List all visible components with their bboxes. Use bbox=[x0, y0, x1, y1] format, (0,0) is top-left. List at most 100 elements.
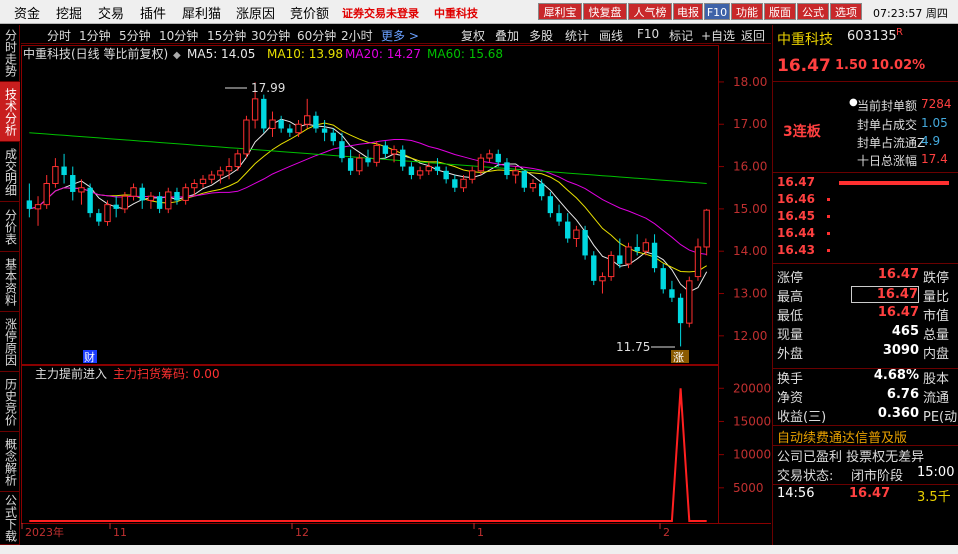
menu-plugin[interactable]: 插件 bbox=[140, 3, 166, 22]
stock-tag: R bbox=[896, 27, 903, 38]
candle-body bbox=[87, 187, 93, 214]
indicator-chart-frame bbox=[21, 365, 719, 524]
candle-body bbox=[199, 178, 207, 184]
candle-body bbox=[434, 166, 441, 171]
kuaifupan-button[interactable]: 快复盘 bbox=[583, 3, 627, 20]
tool-huaxian[interactable]: 画线 bbox=[599, 27, 623, 44]
menu-zhangyuanyin[interactable]: 涨原因 bbox=[236, 3, 275, 22]
tool-diejia[interactable]: 叠加 bbox=[495, 27, 519, 44]
menu-trade[interactable]: 交易 bbox=[98, 3, 124, 22]
period-2hour[interactable]: 2小时 bbox=[341, 27, 373, 44]
tab-technical-analysis[interactable]: 技术分析 bbox=[0, 82, 20, 142]
stats-key: 外盘 bbox=[777, 347, 804, 362]
tool-add-watchlist[interactable]: +自选 bbox=[701, 27, 735, 44]
candle-body bbox=[477, 157, 485, 172]
y-tick-label: 13.00 bbox=[733, 287, 767, 301]
stats-key2: 跌停 bbox=[923, 271, 950, 286]
ma5-label: MA5: 14.05 bbox=[187, 47, 255, 61]
ma60-label: MA60: 15.68 bbox=[427, 47, 503, 61]
stats2-value: 4.68% bbox=[873, 368, 919, 383]
tab-concept-analysis[interactable]: 概念解析 bbox=[0, 432, 20, 492]
limitup-event-label[interactable]: 涨 bbox=[673, 351, 684, 364]
xilibao-button[interactable]: 犀利宝 bbox=[538, 3, 582, 20]
stats-key2: 量比 bbox=[923, 290, 950, 305]
menu-funds[interactable]: 资金 bbox=[14, 3, 40, 22]
period-1min[interactable]: 1分钟 bbox=[79, 27, 111, 44]
candle-body bbox=[278, 120, 284, 129]
finance-event-label[interactable]: 财 bbox=[84, 350, 95, 364]
chart-title-dropdown-icon[interactable]: ◆ bbox=[173, 50, 181, 61]
y-tick-label: 16.00 bbox=[733, 160, 767, 174]
period-more[interactable]: 更多 > bbox=[381, 27, 419, 44]
stats-key2: 市值 bbox=[923, 309, 950, 324]
period-15min[interactable]: 15分钟 bbox=[207, 27, 246, 44]
tab-history-auction[interactable]: 历史竞价 bbox=[0, 372, 20, 432]
tool-biaoji[interactable]: 标记 bbox=[669, 27, 693, 44]
period-30min[interactable]: 30分钟 bbox=[251, 27, 290, 44]
candle-body bbox=[243, 119, 250, 155]
current-price: 16.47 bbox=[777, 56, 831, 76]
stats-row: 最高 16.47 量比 bbox=[773, 286, 958, 305]
dianbao-button[interactable]: 电报 bbox=[673, 3, 703, 20]
formula-button[interactable]: 公式 bbox=[797, 3, 829, 20]
stock-name: 中重科技 bbox=[777, 32, 833, 48]
tool-fuquan[interactable]: 复权 bbox=[461, 27, 485, 44]
low-price-label: 11.75 bbox=[616, 340, 650, 354]
stats-row: 现量 465 总量 bbox=[773, 324, 958, 343]
period-10min[interactable]: 10分钟 bbox=[159, 27, 198, 44]
stats2-row: 换手 4.68% 股本 bbox=[773, 368, 958, 387]
stats-row: 涨停 16.47 跌停 bbox=[773, 267, 958, 286]
bid-dot-1 bbox=[827, 198, 830, 201]
candle-body bbox=[556, 213, 562, 222]
x-tick-label: 11 bbox=[113, 526, 127, 539]
tab-limitup-reason[interactable]: 涨停原因 bbox=[0, 312, 20, 372]
bid-dot-4 bbox=[827, 249, 830, 252]
layout-button[interactable]: 版面 bbox=[764, 3, 796, 20]
candle-body bbox=[287, 128, 293, 133]
kline-chart[interactable]: 中重科技(日线 等比前复权) ◆ MA5: 14.05 MA10: 13.98 … bbox=[21, 45, 771, 545]
chart-area[interactable]: 中重科技(日线 等比前复权) ◆ MA5: 14.05 MA10: 13.98 … bbox=[21, 45, 771, 545]
menu-jingjiae[interactable]: 竞价额 bbox=[290, 3, 329, 22]
indicator-y-axis: 5000 10000 15000 20000 bbox=[718, 381, 771, 495]
ad-line[interactable]: 自动续费通达信普及版 bbox=[777, 427, 907, 446]
candle-body bbox=[208, 174, 215, 180]
tab-trade-detail[interactable]: 成交明细 bbox=[0, 142, 20, 202]
menu-xilimao[interactable]: 犀利猫 bbox=[182, 3, 221, 22]
menu-dig[interactable]: 挖掘 bbox=[56, 3, 82, 22]
options-button[interactable]: 选项 bbox=[830, 3, 862, 20]
function-button[interactable]: 功能 bbox=[731, 3, 763, 20]
candle-body bbox=[642, 242, 650, 252]
candle-body bbox=[156, 196, 163, 209]
seal-value-3: 17.4 bbox=[921, 152, 948, 166]
high-price-label: 17.99 bbox=[251, 81, 285, 95]
tool-f10[interactable]: F10 bbox=[637, 27, 659, 41]
trade-login-notice[interactable]: 证券交易未登录 bbox=[342, 5, 419, 21]
period-5min[interactable]: 5分钟 bbox=[119, 27, 151, 44]
period-60min[interactable]: 60分钟 bbox=[297, 27, 336, 44]
tab-formula-download[interactable]: 公式下载 bbox=[0, 492, 20, 545]
candle-body bbox=[70, 175, 76, 192]
candle-body bbox=[304, 115, 311, 125]
stats-value: 16.47 bbox=[877, 305, 919, 320]
period-intraday[interactable]: 分时 bbox=[47, 27, 71, 44]
main-y-axis: 12.00 13.00 14.00 15.00 16.00 17.00 18.00 bbox=[718, 75, 767, 343]
bid-price-4: 16.43 bbox=[777, 243, 815, 257]
tool-back[interactable]: 返回 bbox=[741, 27, 765, 44]
candle-body bbox=[321, 128, 328, 133]
stats2-key2: PE(动) bbox=[923, 410, 958, 425]
f10-button[interactable]: F10 bbox=[704, 3, 730, 20]
candle-body bbox=[52, 166, 59, 184]
tab-intraday[interactable]: 分时走势 bbox=[0, 25, 20, 82]
candle-body bbox=[251, 98, 259, 121]
tab-price-table[interactable]: 分价表 bbox=[0, 202, 20, 252]
candle-body bbox=[634, 246, 640, 252]
quote-panel: 中重科技 603135 R 16.47 1.50 10.02% 3连板 ● 当前… bbox=[772, 25, 958, 545]
trade-status-time: 15:00 bbox=[917, 465, 955, 480]
clock: 07:23:57 周四 bbox=[873, 7, 948, 20]
tool-tongji[interactable]: 统计 bbox=[565, 27, 589, 44]
renqibang-button[interactable]: 人气榜 bbox=[628, 3, 672, 20]
price-change-pct: 10.02% bbox=[871, 58, 926, 73]
tab-basic-info[interactable]: 基本资料 bbox=[0, 252, 20, 312]
stats2-key2: 流通 bbox=[923, 391, 950, 406]
tool-duogu[interactable]: 多股 bbox=[529, 27, 553, 44]
